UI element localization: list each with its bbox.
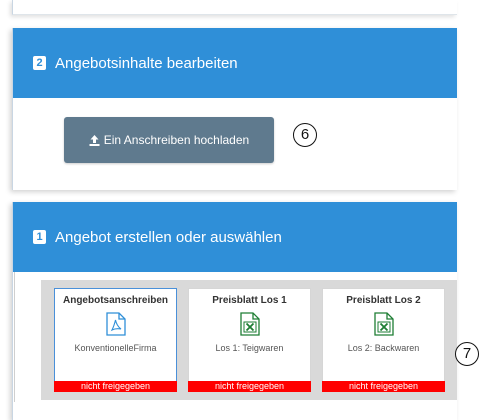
excel-icon bbox=[189, 312, 310, 338]
step-badge: 2 bbox=[33, 56, 46, 70]
tile-title: Preisblatt Los 2 bbox=[346, 295, 421, 306]
panel-header: 1 Angebot erstellen oder auswählen bbox=[13, 202, 457, 272]
panel-header: 2 Angebotsinhalte bearbeiten bbox=[13, 28, 457, 98]
tile-price-sheet-lot-2[interactable]: Preisblatt Los 2 Los 2: Backwaren nicht … bbox=[322, 288, 445, 392]
tile-price-sheet-lot-1[interactable]: Preisblatt Los 1 Los 1: Teigwaren nicht … bbox=[188, 288, 311, 392]
panel-title: Angebotsinhalte bearbeiten bbox=[55, 54, 238, 72]
status-badge: nicht freigegeben bbox=[188, 381, 311, 392]
tile-subtitle: KonventionelleFirma bbox=[74, 343, 157, 353]
panel-title: Angebot erstellen oder auswählen bbox=[55, 228, 282, 246]
upload-button-label: Ein Anschreiben hochladen bbox=[103, 133, 250, 147]
annotation-marker-7: 7 bbox=[455, 342, 479, 366]
upload-icon bbox=[89, 134, 100, 146]
tile-title: Preisblatt Los 1 bbox=[212, 295, 287, 306]
tile-title: Angebotsanschreiben bbox=[62, 295, 169, 306]
tile-cover-letter[interactable]: Angebotsanschreiben KonventionelleFirma … bbox=[54, 288, 177, 392]
divider bbox=[14, 272, 15, 402]
status-badge: nicht freigegeben bbox=[322, 381, 445, 392]
pdf-icon bbox=[55, 312, 176, 338]
tile-subtitle: Los 2: Backwaren bbox=[347, 343, 420, 353]
panel-create-or-select-offer: 1 Angebot erstellen oder auswählen Angeb… bbox=[12, 202, 457, 420]
panel-edit-offer-contents: 2 Angebotsinhalte bearbeiten Ein Anschre… bbox=[12, 28, 457, 190]
excel-icon bbox=[323, 312, 444, 338]
previous-panel-edge bbox=[12, 0, 457, 15]
annotation-marker-6: 6 bbox=[293, 123, 317, 147]
upload-cover-letter-button[interactable]: Ein Anschreiben hochladen bbox=[64, 117, 274, 163]
status-badge: nicht freigegeben bbox=[54, 381, 177, 392]
document-tiles-area: Angebotsanschreiben KonventionelleFirma … bbox=[41, 280, 457, 400]
step-badge: 1 bbox=[33, 230, 46, 244]
tile-subtitle: Los 1: Teigwaren bbox=[215, 343, 284, 353]
